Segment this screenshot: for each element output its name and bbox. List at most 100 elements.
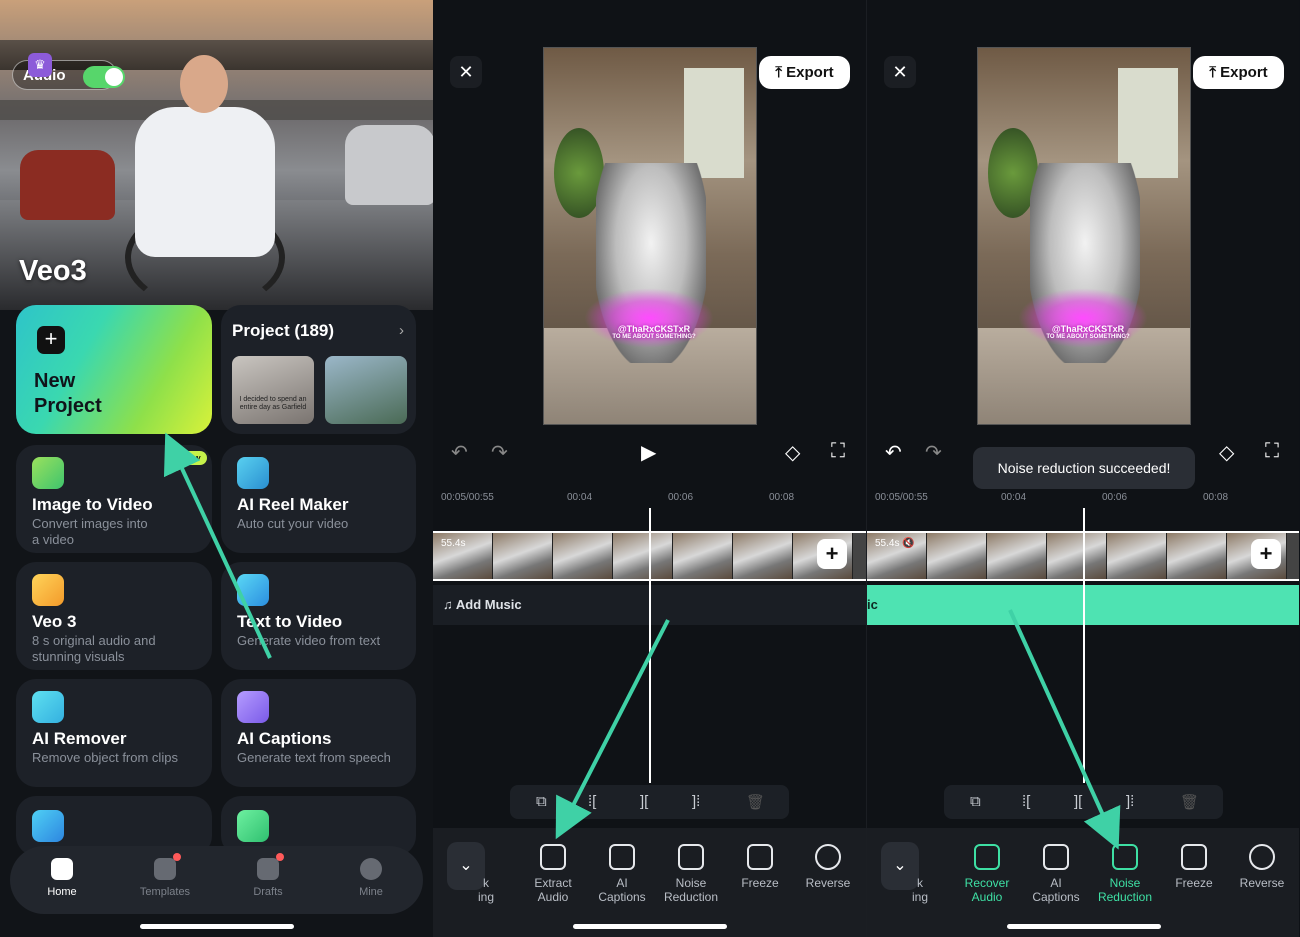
nav-mine[interactable]: Mine: [331, 856, 411, 898]
project-thumbnail[interactable]: I decided to spend an entire day as Garf…: [232, 356, 314, 424]
split-icon[interactable]: ][: [640, 793, 648, 810]
bottom-nav: Home Templates Drafts Mine: [10, 846, 423, 914]
trim-start-icon[interactable]: ⁞[: [588, 793, 596, 810]
hero-banner[interactable]: Audio ♛ Veo3: [0, 0, 433, 310]
feature-veo3[interactable]: Veo 3 8 s original audio and stunning vi…: [16, 562, 212, 670]
export-button[interactable]: ⤒ Export: [759, 56, 850, 89]
cc-ai-icon: [1043, 844, 1069, 870]
nav-drafts[interactable]: Drafts: [228, 853, 308, 898]
close-button[interactable]: ✕: [884, 56, 916, 88]
redo-icon[interactable]: ↷: [491, 440, 508, 465]
audio-switch[interactable]: [83, 66, 125, 88]
reel-maker-icon: [237, 457, 269, 489]
home-screen: Audio ♛ Veo3 + New Project Project (189)…: [0, 0, 433, 937]
nav-home[interactable]: Home: [22, 856, 102, 898]
clip-duration: 55.4s: [441, 538, 466, 549]
video-preview[interactable]: @ThaRxCKSTxR TO ME ABOUT SOMETHING?: [543, 47, 757, 425]
keyframe-icon[interactable]: ◇: [785, 440, 800, 465]
fullscreen-icon[interactable]: ⛶: [1265, 440, 1279, 463]
nav-label: Templates: [139, 886, 191, 898]
feature-title: Text to Video: [237, 612, 343, 631]
close-button[interactable]: ✕: [450, 56, 482, 88]
tool-reverse[interactable]: Reverse: [1228, 844, 1296, 890]
feature-title: AI Captions: [237, 729, 332, 748]
notification-dot: [276, 853, 284, 861]
plus-icon: +: [37, 326, 65, 354]
video-frame: [733, 533, 793, 579]
tool-extract-audio[interactable]: Extract Audio: [519, 844, 587, 904]
timeline-ruler: 00:05/00:55 00:04 00:06 00:08: [875, 492, 1299, 506]
video-frame: [673, 533, 733, 579]
undo-icon[interactable]: ↶: [451, 440, 468, 465]
feature-title: AI Reel Maker: [237, 495, 349, 514]
cc-icon: [237, 691, 269, 723]
tool-label: Recover Audio: [964, 876, 1010, 904]
tool-noise-reduction[interactable]: Noise Reduction: [657, 844, 725, 904]
tool-partial[interactable]: k ing: [903, 844, 937, 904]
export-label: Export: [786, 64, 834, 81]
add-music-button[interactable]: ♫ Add Music: [443, 597, 522, 612]
add-clip-button[interactable]: +: [817, 539, 847, 569]
freeze-icon: [1181, 844, 1207, 870]
feature-ai-reel-maker[interactable]: AI Reel Maker Auto cut your video: [221, 445, 416, 553]
video-frame: [493, 533, 553, 579]
tool-freeze[interactable]: Freeze: [1160, 844, 1228, 890]
add-music-label: Add Music: [455, 597, 522, 612]
tool-freeze[interactable]: Freeze: [726, 844, 794, 890]
feature-subtitle: Generate video from text: [237, 633, 381, 648]
tool-partial[interactable]: k ing: [469, 844, 503, 904]
recover-audio-icon: [974, 844, 1000, 870]
feature-subtitle: 8 s original audio and stunning visuals: [32, 633, 156, 664]
tool-ai-captions[interactable]: AI Captions: [588, 844, 656, 904]
tool-reverse[interactable]: Reverse: [794, 844, 862, 890]
feature-ai-remover[interactable]: AI Remover Remove object from clips: [16, 679, 212, 787]
trim-start-icon[interactable]: ⁞[: [1022, 793, 1030, 810]
crown-icon: ♛: [28, 53, 52, 77]
playhead[interactable]: [1083, 508, 1085, 783]
trim-end-icon[interactable]: ]⁞: [1126, 793, 1134, 810]
feature-ai-captions[interactable]: AI Captions Generate text from speech: [221, 679, 416, 787]
trim-end-icon[interactable]: ]⁞: [692, 793, 700, 810]
clip-duration-value: 55.4s: [875, 538, 900, 549]
keyframe-icon[interactable]: ◇: [1219, 440, 1234, 465]
feature-subtitle: Remove object from clips: [32, 750, 178, 765]
clip-duration: 55.4s 🔇: [875, 538, 915, 549]
playhead[interactable]: [649, 508, 651, 783]
delete-icon[interactable]: 🗑: [746, 793, 765, 811]
delete-icon[interactable]: 🗑: [1180, 793, 1199, 811]
add-clip-button[interactable]: +: [1251, 539, 1281, 569]
caption-subtext: TO ME ABOUT SOMETHING?: [612, 334, 696, 340]
feature-text-to-video[interactable]: Text to Video Generate video from text: [221, 562, 416, 670]
duplicate-icon[interactable]: ⧉: [536, 793, 547, 810]
video-preview[interactable]: @ThaRxCKSTxR TO ME ABOUT SOMETHING?: [977, 47, 1191, 425]
tool-recover-audio[interactable]: Recover Audio: [953, 844, 1021, 904]
nav-templates[interactable]: Templates: [125, 853, 205, 898]
tool-label: Extract Audio: [534, 876, 572, 904]
tick-label: 00:06: [668, 492, 694, 503]
fullscreen-icon[interactable]: ⛶: [831, 440, 845, 463]
project-thumbnail[interactable]: [325, 356, 407, 424]
play-icon[interactable]: ▶: [641, 440, 656, 465]
bathrobe: [135, 107, 275, 257]
nav-label: Mine: [359, 886, 383, 898]
hero-red-car: [20, 150, 115, 220]
screenshot-root: Audio ♛ Veo3 + New Project Project (189)…: [0, 0, 1300, 937]
tool-noise-reduction[interactable]: Noise Reduction: [1091, 844, 1159, 904]
tick-label: 00:04: [1001, 492, 1027, 503]
preview-window: [1118, 68, 1178, 178]
tool-label: Freeze: [1175, 876, 1213, 890]
tool-ai-captions[interactable]: AI Captions: [1022, 844, 1090, 904]
split-icon[interactable]: ][: [1074, 793, 1082, 810]
project-card-title: Project (189): [232, 321, 335, 340]
noise-reduction-icon: [678, 844, 704, 870]
new-project-button[interactable]: + New Project: [16, 305, 212, 434]
export-button[interactable]: ⤒ Export: [1193, 56, 1284, 89]
eraser-icon: [32, 691, 64, 723]
redo-icon[interactable]: ↷: [925, 440, 942, 465]
home-icon: [51, 858, 73, 880]
project-card[interactable]: Project (189) › I decided to spend an en…: [221, 305, 416, 434]
edit-tools-bar: ⧉ ⁞[ ][ ]⁞ 🗑: [510, 785, 789, 819]
undo-icon[interactable]: ↶: [885, 440, 902, 465]
duplicate-icon[interactable]: ⧉: [970, 793, 981, 810]
cc-ai-icon: [609, 844, 635, 870]
